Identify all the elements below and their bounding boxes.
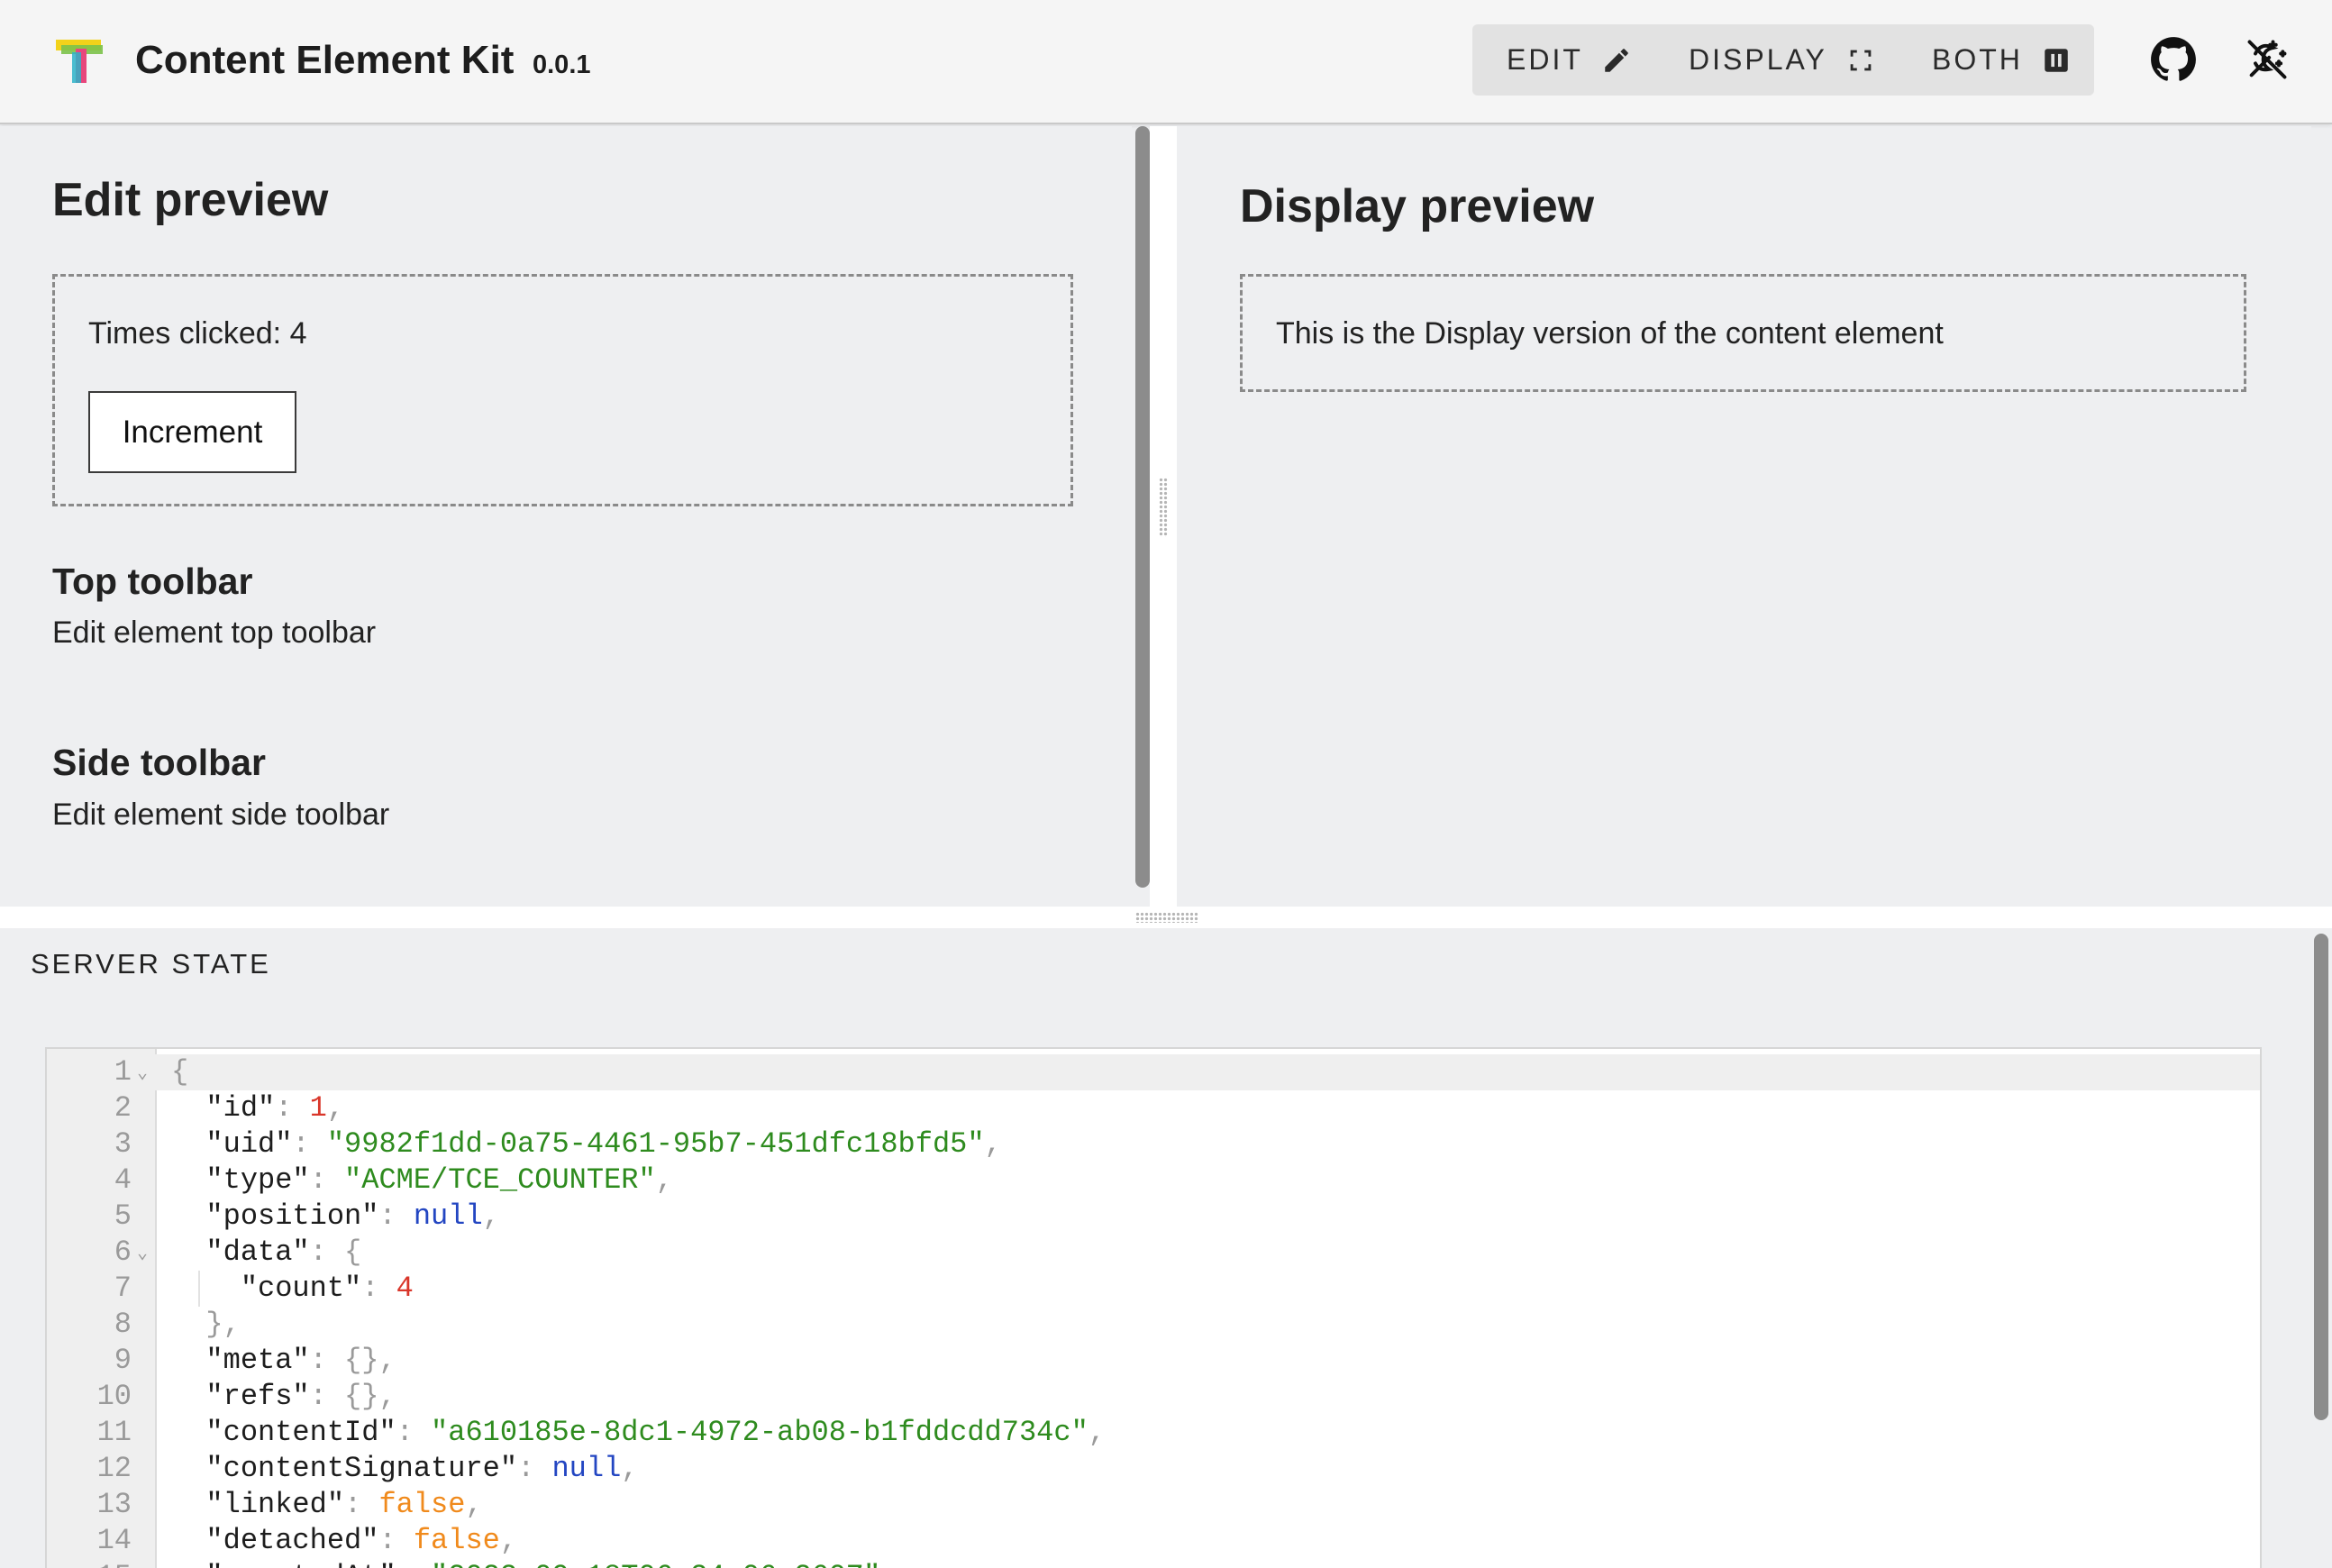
code-line: 10 "refs": {}, (47, 1379, 2260, 1415)
json-contentsignature-value: null (551, 1452, 622, 1485)
code-line: 7 "count": 4 (47, 1271, 2260, 1307)
json-type-value: "ACME/TCE_COUNTER" (344, 1163, 656, 1197)
side-toolbar-text: Edit element side toolbar (52, 798, 390, 832)
drag-handle-icon (1159, 478, 1168, 537)
code-text: "type": "ACME/TCE_COUNTER", (205, 1163, 673, 1197)
view-mode-toggle: EDIT DISPLAY BOTH (1472, 24, 2094, 96)
code-line: 14 "detached": false, (47, 1523, 2260, 1559)
pencil-icon (1605, 48, 1628, 72)
json-createdat-value: "2023-09-18T06:34:06.260Z" (431, 1560, 880, 1568)
logo-icon (56, 40, 103, 83)
vertical-resize-handle[interactable] (1150, 126, 1177, 907)
both-mode-label: BOTH (1932, 43, 2023, 76)
code-line: 15 "createdAt": "2023-09-18T06:34:06.260… (47, 1559, 2260, 1568)
display-element-container: This is the Display version of the conte… (1240, 274, 2246, 392)
line-number: 13 (96, 1488, 132, 1521)
line-number: 3 (114, 1127, 132, 1161)
json-id-value: 1 (309, 1091, 327, 1125)
increment-button[interactable]: Increment (88, 391, 296, 473)
top-toolbar-text: Edit element top toolbar (52, 615, 377, 650)
edit-mode-label: EDIT (1507, 43, 1583, 76)
app-title: Content Element Kit (135, 38, 515, 82)
code-line: 11 "contentId": "a610185e-8dc1-4972-ab08… (47, 1415, 2260, 1451)
code-line: 4 "type": "ACME/TCE_COUNTER", (47, 1162, 2260, 1199)
fold-chevron-icon[interactable]: ⌄ (137, 1056, 148, 1092)
line-number: 12 (96, 1452, 132, 1485)
line-number: 14 (96, 1524, 132, 1557)
fullscreen-icon (1850, 50, 1872, 70)
json-uid-value: "9982f1dd-0a75-4461-95b7-451dfc18bfd5" (326, 1127, 985, 1161)
edit-preview-panel: Edit preview Times clicked: 4 Increment … (0, 126, 1132, 907)
code-text: "meta": {}, (205, 1344, 396, 1377)
code-text: }, (205, 1308, 241, 1341)
fold-chevron-icon[interactable]: ⌄ (137, 1236, 148, 1272)
json-contentid-value: "a610185e-8dc1-4972-ab08-b1fddcdd734c" (431, 1416, 1089, 1449)
json-position-value: null (413, 1199, 483, 1233)
code-text: "count": 4 (240, 1272, 414, 1305)
split-view-icon (2045, 48, 2068, 72)
code-line: 3 "uid": "9982f1dd-0a75-4461-95b7-451dfc… (47, 1126, 2260, 1162)
server-state-label: SERVER STATE (31, 948, 271, 980)
json-linked-value: false (378, 1488, 466, 1521)
json-detached-value: false (413, 1524, 500, 1557)
theme-toggle-icon[interactable] (2244, 36, 2291, 83)
top-toolbar-title: Top toolbar (52, 561, 253, 602)
code-text: "contentId": "a610185e-8dc1-4972-ab08-b1… (205, 1416, 1106, 1449)
code-line: 13 "linked": false, (47, 1487, 2260, 1523)
code-line: 8 }, (47, 1307, 2260, 1343)
github-icon[interactable] (2150, 36, 2197, 83)
code-text: "contentSignature": null, (205, 1452, 639, 1485)
line-number: 6 (114, 1235, 132, 1269)
line-number: 8 (114, 1308, 132, 1341)
line-number: 1 (114, 1055, 132, 1089)
times-clicked-text: Times clicked: 4 (88, 316, 307, 351)
line-number: 5 (114, 1199, 132, 1233)
code-line: 1 ⌄ { (47, 1054, 2260, 1092)
server-state-panel: SERVER STATE 1 ⌄ { 2 "id": 1, 3 "uid": "… (0, 928, 2332, 1568)
edit-element-container: Times clicked: 4 Increment (52, 274, 1073, 506)
both-mode-button[interactable]: BOTH (1932, 24, 2072, 96)
display-element-text: This is the Display version of the conte… (1276, 316, 1944, 351)
code-text: "createdAt": "2023-09-18T06:34:06.260Z", (171, 1559, 897, 1568)
line-number: 15 (47, 1559, 132, 1568)
server-state-scrollbar[interactable] (2314, 934, 2328, 1420)
display-mode-label: DISPLAY (1689, 43, 1827, 76)
line-number: 10 (96, 1380, 132, 1413)
edit-preview-title: Edit preview (52, 174, 329, 226)
side-toolbar-title: Side toolbar (52, 742, 266, 783)
line-number: 11 (96, 1416, 132, 1449)
line-number: 7 (114, 1272, 132, 1305)
code-text: "linked": false, (205, 1488, 483, 1521)
line-number: 9 (114, 1344, 132, 1377)
code-line: 5 "position": null, (47, 1199, 2260, 1235)
line-number: 4 (114, 1163, 132, 1197)
code-text: "id": 1, (205, 1091, 345, 1125)
code-text: "uid": "9982f1dd-0a75-4461-95b7-451dfc18… (205, 1127, 1002, 1161)
display-mode-button[interactable]: DISPLAY (1689, 24, 1876, 96)
top-header: Content Element Kit 0.0.1 EDIT DISPLAY B… (0, 0, 2332, 124)
code-text: "detached": false, (205, 1524, 518, 1557)
app-version: 0.0.1 (533, 50, 591, 79)
times-clicked-label: Times clicked: (88, 316, 282, 351)
display-preview-title: Display preview (1240, 180, 1595, 232)
edit-panel-scrollbar[interactable] (1135, 126, 1150, 888)
code-text: "position": null, (205, 1199, 500, 1233)
code-line: 12 "contentSignature": null, (47, 1451, 2260, 1487)
drag-handle-icon (1135, 912, 1198, 923)
app-root: Content Element Kit 0.0.1 EDIT DISPLAY B… (0, 0, 2332, 1568)
times-clicked-value: 4 (289, 316, 307, 351)
json-code-editor[interactable]: 1 ⌄ { 2 "id": 1, 3 "uid": "9982f1dd-0a75… (45, 1047, 2262, 1568)
json-count-value: 4 (396, 1272, 414, 1305)
edit-mode-button[interactable]: EDIT (1507, 24, 1632, 96)
code-line: 2 "id": 1, (47, 1090, 2260, 1126)
code-text: { (171, 1055, 189, 1089)
display-preview-panel: Display preview This is the Display vers… (1177, 126, 2311, 907)
code-text: "data": { (205, 1235, 362, 1269)
horizontal-resize-handle[interactable] (0, 907, 2332, 928)
code-line: 9 "meta": {}, (47, 1343, 2260, 1379)
code-text: "refs": {}, (205, 1380, 396, 1413)
line-number: 2 (114, 1091, 132, 1125)
code-line: 6 ⌄ "data": { (47, 1235, 2260, 1272)
